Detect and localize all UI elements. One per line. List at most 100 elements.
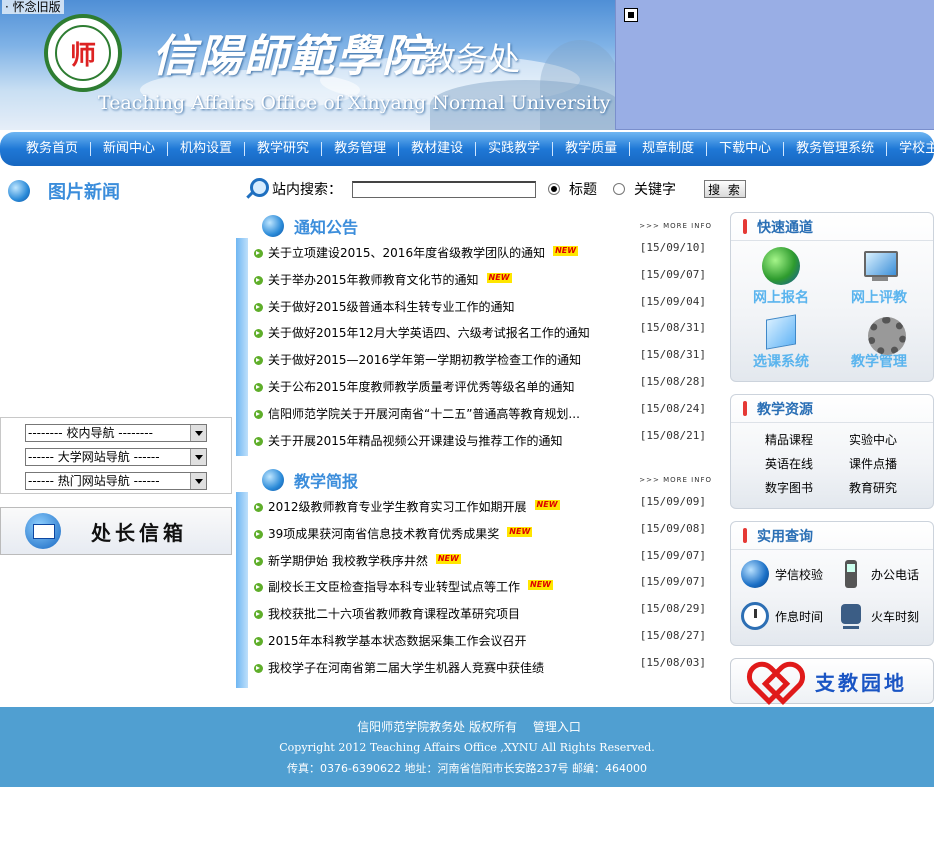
nav-system[interactable]: 教务管理系统 [783,142,886,156]
brief-title[interactable]: 我校获批二十六项省教师教育课程改革研究项目 [268,607,520,621]
university-nav-select-value: ------ 大学网站导航 ------ [28,450,160,464]
globe-doc-icon [762,247,800,285]
popular-nav-select[interactable]: ------ 热门网站导航 ------ [25,472,207,490]
radio-title[interactable] [548,183,560,195]
globe-icon [8,180,30,202]
logo-emblem: 师 [55,25,111,81]
english-name: Teaching Affairs Office of Xinyang Norma… [98,92,611,114]
quick-teaching-admin[interactable]: 教学管理 [831,311,927,371]
resource-link[interactable]: 精品课程 [765,431,813,448]
list-item[interactable]: 我校学子在河南省第二届大学生机器人竞赛中获佳绩 [15/08/03] [254,655,714,682]
quick-item-label: 网上报名 [753,290,809,306]
notices-title: 通知公告 [294,218,359,237]
resource-link[interactable]: 课件点播 [849,455,897,472]
nav-home[interactable]: 教务首页 [14,142,90,156]
teaching-support-label: 支教园地 [815,670,907,695]
campus-nav-select[interactable]: -------- 校内导航 -------- [25,424,207,442]
quick-item-label: 网上评教 [851,290,907,306]
notice-title[interactable]: 信阳师范学院关于开展河南省“十二五”普通高等教育规划... [268,407,580,421]
brief-title[interactable]: 2012级教师教育专业学生教育实习工作如期开展 [268,500,527,514]
list-item[interactable]: 关于开展2015年精品视频公开课建设与推荐工作的通知 [15/08/21] [254,428,714,455]
nav-school-home[interactable]: 学校主页 [886,142,934,156]
new-badge: NEW [534,500,560,510]
nav-download[interactable]: 下载中心 [706,142,783,156]
main-nav: 教务首页 新闻中心 机构设置 教学研究 教务管理 教材建设 实践教学 教学质量 … [0,132,934,166]
notice-title[interactable]: 关于做好2015—2016学年第一学期初教学检查工作的通知 [268,353,581,367]
monitor-icon [860,247,898,285]
university-nav-select[interactable]: ------ 大学网站导航 ------ [25,448,207,466]
red-marker-icon [743,528,747,543]
search-button[interactable]: 搜 索 [704,180,746,198]
notice-title[interactable]: 关于立项建设2015、2016年度省级教学团队的通知 [268,246,545,260]
quick-access-header: 快速通道 [731,213,933,241]
notice-title[interactable]: 关于举办2015年教师教育文化节的通知 [268,273,479,287]
practical-xuexin-check[interactable]: 学信校验 [741,560,823,588]
resource-link[interactable]: 实验中心 [849,431,897,448]
brief-date: [15/09/09] [639,495,706,508]
practical-item-label: 学信校验 [775,567,824,582]
briefs-title: 教学简报 [294,472,359,491]
globe-icon [262,469,284,491]
practical-schedule[interactable]: 作息时间 [741,602,823,630]
arrow-bullet-icon [254,583,263,593]
notice-date: [15/08/24] [639,401,706,415]
notices-list: 关于立项建设2015、2016年度省级教学团队的通知 NEW [15/09/10] … [254,240,714,454]
practical-office-phone[interactable]: 办公电话 [837,560,919,588]
nav-research[interactable]: 教学研究 [244,142,321,156]
nav-news[interactable]: 新闻中心 [90,142,167,156]
arrow-bullet-icon [254,610,263,620]
radio-keyword[interactable] [613,183,625,195]
resource-link[interactable]: 英语在线 [765,455,813,472]
brief-title[interactable]: 39项成果获河南省信息技术教育优秀成果奖 [268,527,499,541]
director-mailbox-button[interactable]: 处长信箱 [0,507,232,555]
phone-icon [837,560,865,588]
notice-title[interactable]: 关于公布2015年度教师教学质量考评优秀等级名单的通知 [268,380,575,394]
brief-date: [15/09/07] [639,575,706,589]
brief-title[interactable]: 副校长王文臣检查指导本科专业转型试点等工作 [268,580,520,594]
notice-title[interactable]: 关于做好2015级普通本科生转专业工作的通知 [268,300,515,314]
quick-online-registration[interactable]: 网上报名 [733,247,829,307]
arrow-bullet-icon [254,556,263,566]
notice-date: [15/08/28] [639,374,706,388]
briefs-more-link[interactable]: >>> MORE INFO [639,476,712,484]
admin-entry-link[interactable]: 管理入口 [533,720,581,734]
nav-admin[interactable]: 教务管理 [321,142,398,156]
nav-textbook[interactable]: 教材建设 [398,142,475,156]
notice-date: [15/09/10] [639,241,706,254]
quick-course-selection[interactable]: 选课系统 [733,311,829,371]
plugin-placeholder-icon [624,8,638,22]
nav-practice[interactable]: 实践教学 [475,142,552,156]
school-logo: 师 [44,14,122,92]
new-badge: NEW [507,526,533,537]
notices-more-link[interactable]: >>> MORE INFO [639,222,712,230]
brief-title[interactable]: 我校学子在河南省第二届大学生机器人竞赛中获佳绩 [268,661,544,675]
old-version-link[interactable]: · 怀念旧版 [2,0,64,14]
pic-news-title[interactable]: 图片新闻 [48,178,120,204]
arrow-bullet-icon [254,356,263,366]
search-icon [244,178,269,200]
campus-nav-select-value: -------- 校内导航 -------- [28,426,153,440]
chevron-down-icon[interactable] [190,473,206,489]
practical-train-times[interactable]: 火车时刻 [837,602,919,630]
mail-icon [25,513,61,549]
teaching-support-button[interactable]: 支教园地 [730,658,934,704]
brief-date: [15/09/07] [639,548,706,562]
nav-org[interactable]: 机构设置 [167,142,244,156]
clock-icon [741,602,769,630]
brief-title[interactable]: 2015年本科教学基本状态数据采集工作会议召开 [268,634,527,648]
resource-link[interactable]: 数字图书 [765,479,813,496]
footer: 信阳师范学院教务处 版权所有 管理入口 Copyright 2012 Teach… [0,707,934,787]
practical-header: 实用查询 [731,522,933,550]
nav-quality[interactable]: 教学质量 [552,142,629,156]
chevron-down-icon[interactable] [190,449,206,465]
chevron-down-icon[interactable] [190,425,206,441]
popular-nav-select-value: ------ 热门网站导航 ------ [28,474,160,488]
quick-online-evaluation[interactable]: 网上评教 [831,247,927,307]
notice-title[interactable]: 关于做好2015年12月大学英语四、六级考试报名工作的通知 [268,326,590,340]
nav-rules[interactable]: 规章制度 [629,142,706,156]
brief-title[interactable]: 新学期伊始 我校教学秩序井然 [268,554,428,568]
search-input[interactable] [352,180,536,198]
notice-title[interactable]: 关于开展2015年精品视频公开课建设与推荐工作的通知 [268,434,563,448]
resources-title: 教学资源 [757,401,813,418]
resource-link[interactable]: 教育研究 [849,479,897,496]
